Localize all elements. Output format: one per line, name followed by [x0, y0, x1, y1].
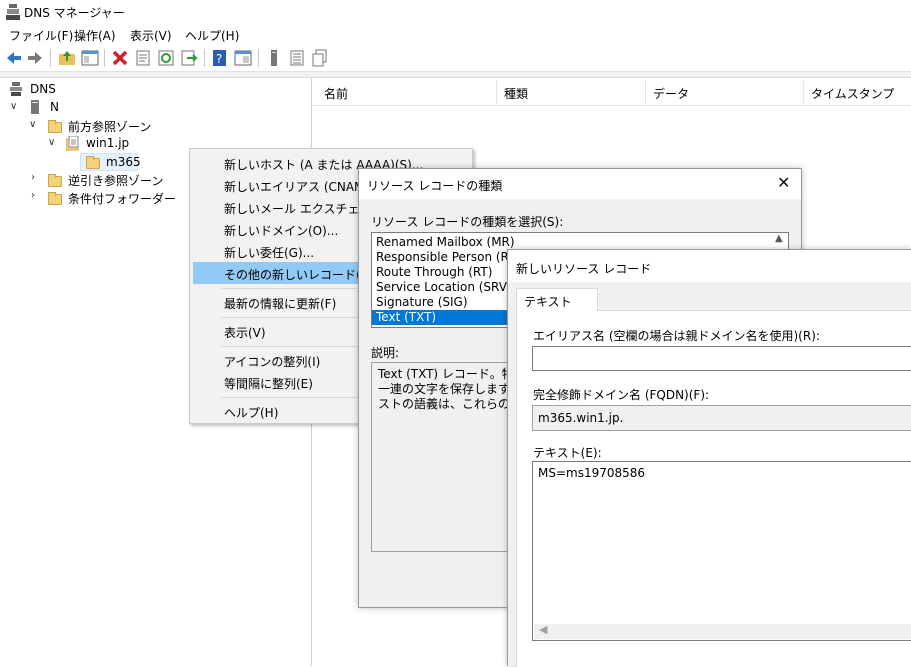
- description-label: 説明:: [371, 346, 400, 360]
- dialog-title: リソース レコードの種類: [367, 179, 503, 193]
- scroll-left-icon[interactable]: ◀: [539, 623, 547, 636]
- toolbar-separator: [258, 49, 259, 67]
- window-title: DNS マネージャー: [24, 6, 125, 20]
- refresh-icon[interactable]: [157, 49, 175, 67]
- console-icon[interactable]: [234, 49, 252, 67]
- dialog-title: 新しいリソース レコード: [516, 262, 652, 276]
- folder-icon: [48, 174, 62, 187]
- column-separator[interactable]: [496, 80, 497, 104]
- tree-label: 前方参照ゾーン: [68, 120, 152, 134]
- show-hide-tree-icon[interactable]: [81, 49, 99, 67]
- chevron-down-icon[interactable]: ∨: [29, 119, 36, 130]
- column-timestamp[interactable]: タイムスタンプ: [811, 85, 894, 102]
- tree-node-subdomain[interactable]: m365: [80, 153, 141, 171]
- back-arrow-icon[interactable]: [5, 49, 23, 67]
- menu-file[interactable]: ファイル(F): [9, 27, 73, 44]
- list-header: 名前 種類 データ タイムスタンプ: [313, 78, 911, 106]
- list-icon[interactable]: [288, 49, 306, 67]
- chevron-right-icon[interactable]: ›: [31, 172, 35, 183]
- horizontal-scrollbar[interactable]: ◀: [534, 623, 911, 639]
- forward-arrow-icon[interactable]: [26, 49, 44, 67]
- toolbar: ?: [0, 44, 911, 72]
- select-type-label: リソース レコードの種類を選択(S):: [371, 215, 564, 229]
- tree-label: 逆引き参照ゾーン: [68, 174, 164, 188]
- fqdn-field: m365.win1.jp.: [532, 405, 911, 431]
- alias-label: エイリアス名 (空欄の場合は親ドメイン名を使用)(R):: [533, 329, 820, 343]
- column-data[interactable]: データ: [653, 85, 689, 102]
- folder-icon: [48, 120, 62, 133]
- folder-icon: [48, 192, 62, 205]
- chevron-down-icon[interactable]: ∨: [48, 137, 55, 148]
- window-titlebar: DNS マネージャー: [0, 0, 911, 24]
- scroll-up-icon[interactable]: ▲: [775, 233, 783, 244]
- copy-icon[interactable]: [311, 49, 329, 67]
- tab-panel: エイリアス名 (空欄の場合は親ドメイン名を使用)(R): 完全修飾ドメイン名 (…: [516, 311, 911, 667]
- zone-icon: [66, 136, 79, 151]
- dns-app-icon: [6, 4, 20, 20]
- tree-label: N: [50, 100, 59, 114]
- menu-bar: ファイル(F) 操作(A) 表示(V) ヘルプ(H): [0, 24, 911, 44]
- chevron-right-icon[interactable]: ›: [31, 190, 35, 201]
- dialog-titlebar: 新しいリソース レコード: [508, 250, 911, 282]
- fqdn-label: 完全修飾ドメイン名 (FQDN)(F):: [533, 388, 710, 402]
- help-icon[interactable]: ?: [211, 49, 229, 67]
- delete-icon[interactable]: [111, 49, 129, 67]
- dialog-titlebar: リソース レコードの種類 ✕: [359, 169, 801, 199]
- menu-help[interactable]: ヘルプ(H): [185, 27, 239, 44]
- dns-icon: [10, 82, 22, 96]
- server-icon: [31, 100, 39, 114]
- menu-action[interactable]: 操作(A): [74, 27, 116, 44]
- tree-label: m365: [106, 155, 141, 169]
- tree-label: win1.jp: [86, 136, 130, 150]
- export-icon[interactable]: [180, 49, 198, 67]
- tree-label: DNS: [30, 82, 56, 96]
- toolbar-separator: [104, 49, 105, 67]
- column-separator[interactable]: [803, 80, 804, 104]
- menu-view[interactable]: 表示(V): [130, 27, 172, 44]
- tree-label: 条件付フォワーダー: [68, 192, 177, 206]
- folder-icon: [86, 156, 100, 169]
- new-resource-record-dialog: 新しいリソース レコード テキスト (TXT) エイリアス名 (空欄の場合は親ド…: [507, 249, 911, 667]
- text-textarea[interactable]: MS=ms19708586 ◀: [532, 461, 911, 641]
- alias-input[interactable]: [532, 346, 911, 371]
- up-folder-icon[interactable]: [58, 49, 76, 67]
- close-icon[interactable]: ✕: [777, 173, 790, 192]
- list-item[interactable]: Renamed Mailbox (MR): [372, 235, 788, 250]
- toolbar-separator: [50, 49, 51, 67]
- text-label: テキスト(E):: [533, 446, 602, 460]
- column-name[interactable]: 名前: [324, 85, 348, 102]
- tab-bar: テキスト (TXT): [516, 288, 911, 324]
- svg-text:?: ?: [216, 52, 222, 66]
- column-separator[interactable]: [645, 80, 646, 104]
- toolbar-separator: [204, 49, 205, 67]
- tab-text-txt[interactable]: テキスト (TXT): [516, 288, 598, 324]
- text-value: MS=ms19708586: [538, 466, 646, 480]
- chevron-down-icon[interactable]: ∨: [10, 101, 17, 112]
- properties-icon[interactable]: [134, 49, 152, 67]
- column-type[interactable]: 種類: [504, 85, 528, 102]
- server-icon[interactable]: [265, 49, 283, 67]
